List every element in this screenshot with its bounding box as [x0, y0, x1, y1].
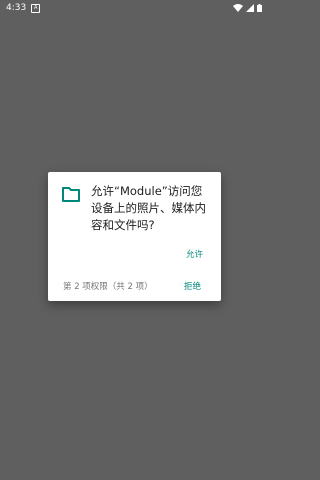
permission-counter: 第 2 项权限（共 2 项） — [63, 282, 153, 292]
battery-icon — [257, 4, 262, 12]
notification-icon: A — [31, 3, 41, 13]
signal-icon — [246, 4, 254, 12]
wifi-icon — [233, 4, 243, 12]
folder-icon — [62, 187, 80, 202]
status-left: 4:33 A — [0, 3, 41, 13]
permission-dialog: 允许“Module”访问您设备上的照片、媒体内容和文件吗? 允许 第 2 项权限… — [48, 172, 221, 301]
status-right — [233, 4, 270, 12]
status-bar: 4:33 A — [0, 0, 270, 16]
dialog-message: 允许“Module”访问您设备上的照片、媒体内容和文件吗? — [91, 184, 206, 232]
status-time: 4:33 — [6, 3, 27, 13]
allow-button[interactable]: 允许 — [186, 248, 203, 260]
deny-button[interactable]: 拒绝 — [184, 280, 201, 292]
